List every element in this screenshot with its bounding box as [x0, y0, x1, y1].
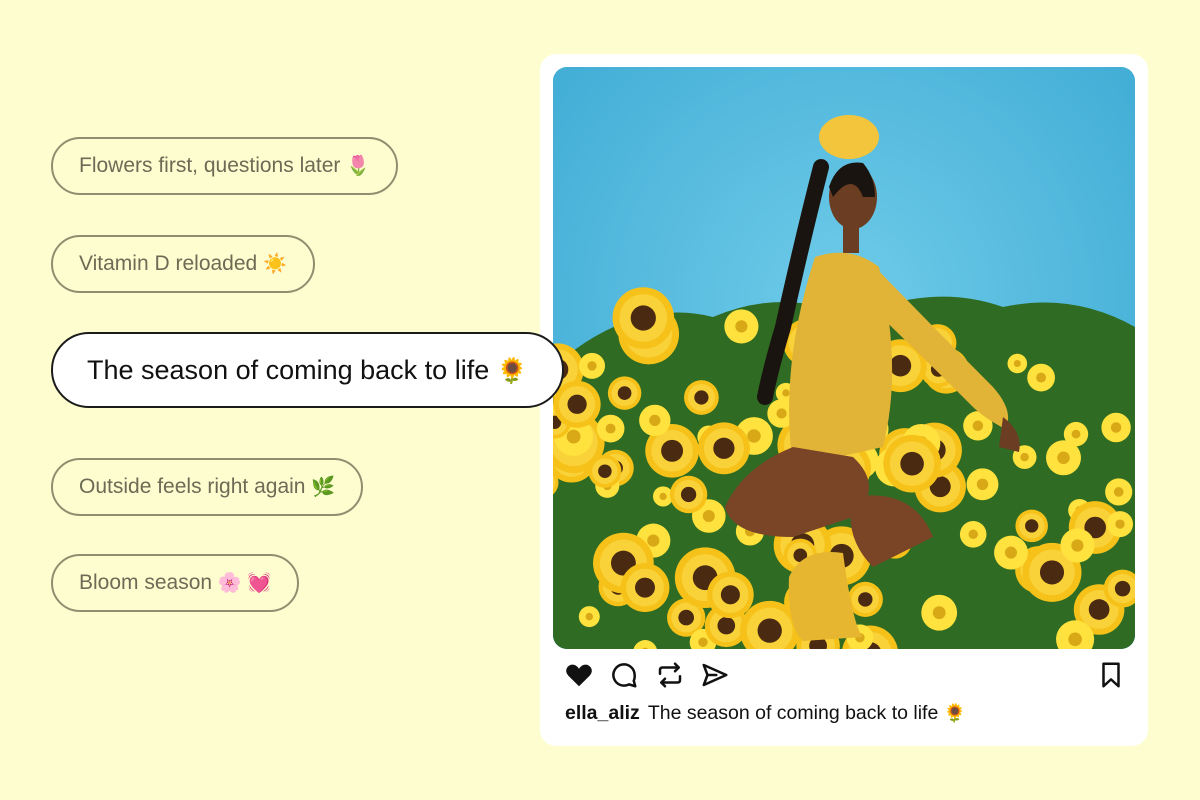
flower: [1101, 412, 1131, 443]
repost-icon[interactable]: [655, 660, 685, 690]
flower: [1015, 509, 1048, 543]
post-username[interactable]: ella_aliz: [565, 702, 640, 724]
flower: [697, 422, 750, 475]
flower: [639, 404, 671, 437]
flower: [612, 287, 675, 349]
sunflower-emoji: 🌻: [943, 703, 967, 723]
flower: [1007, 353, 1028, 374]
caption-option-text: The season of coming back to life: [87, 355, 490, 385]
flower: [596, 414, 625, 443]
caption-option-text: Vitamin D reloaded: [79, 252, 258, 275]
flower: [588, 454, 622, 488]
comment-icon[interactable]: [609, 660, 639, 690]
bookmark-icon[interactable]: [1096, 660, 1126, 690]
flower: [707, 571, 754, 619]
caption-option-2[interactable]: Vitamin D reloaded ☀️: [51, 235, 316, 293]
caption-option-4[interactable]: Outside feels right again 🌿: [51, 458, 364, 516]
flower: [578, 352, 606, 379]
flower: [966, 468, 999, 501]
flower: [724, 309, 759, 344]
flower: [1060, 528, 1095, 563]
blossom-heart-emoji: 🌸 💓: [217, 573, 272, 594]
caption-option-text: Bloom season: [79, 571, 213, 594]
heart-icon[interactable]: [564, 660, 594, 690]
flower: [883, 434, 941, 493]
post-photo: [553, 67, 1135, 649]
share-icon[interactable]: [700, 660, 730, 690]
post-caption: ella_aliz The season of coming back to li…: [565, 702, 966, 725]
flower: [553, 380, 601, 428]
herb-emoji: 🌿: [311, 477, 336, 498]
caption-option-5[interactable]: Bloom season 🌸 💓: [51, 554, 300, 612]
sunflower-emoji: 🌻: [496, 358, 528, 385]
flower: [620, 563, 670, 613]
flower: [921, 594, 958, 631]
caption-option-text: Outside feels right again: [79, 475, 306, 498]
flower: [669, 475, 708, 514]
post-caption-text: The season of coming back to life: [647, 702, 939, 724]
tulip-emoji: 🌷: [346, 156, 371, 177]
flower: [1105, 478, 1133, 506]
sun-emoji: ☀️: [263, 254, 288, 275]
post-card: ella_aliz The season of coming back to li…: [540, 54, 1148, 746]
flower: [994, 535, 1028, 570]
flower: [684, 380, 719, 415]
caption-option-3-selected[interactable]: The season of coming back to life 🌻: [51, 332, 564, 408]
flower: [1027, 363, 1055, 392]
caption-option-text: Flowers first, questions later: [79, 154, 341, 177]
caption-option-1[interactable]: Flowers first, questions later 🌷: [51, 137, 399, 195]
flower: [1046, 440, 1081, 476]
flower: [607, 376, 642, 410]
flower: [578, 606, 600, 628]
post-actions-bar: [564, 660, 1126, 690]
flower: [1106, 511, 1134, 538]
sunflower-portrait-illustration: [553, 67, 1135, 649]
flower: [959, 521, 987, 548]
